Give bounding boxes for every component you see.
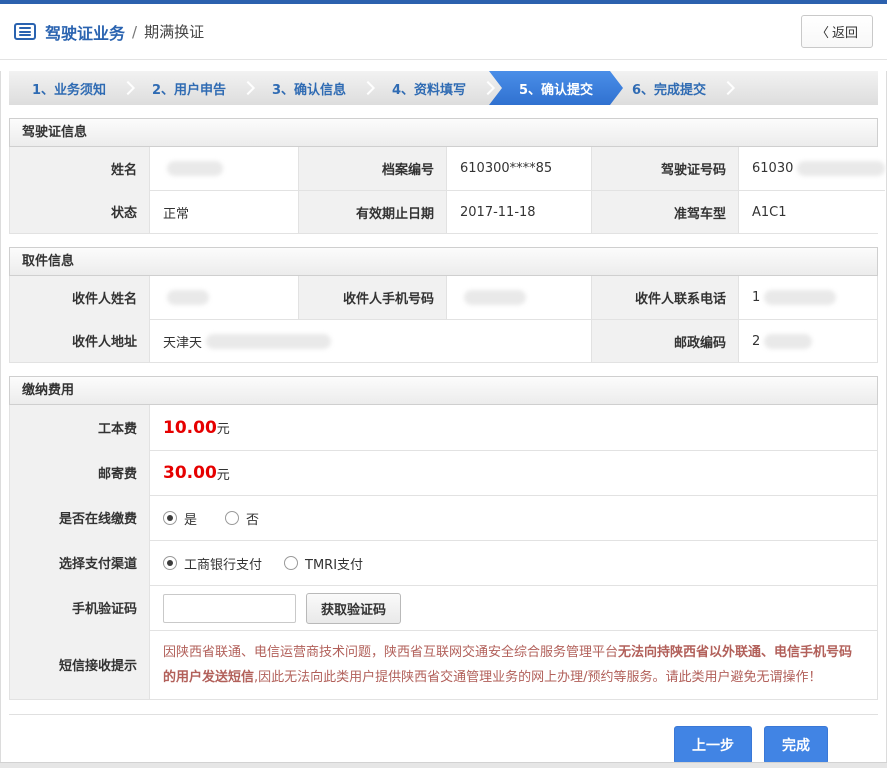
radio-online-no[interactable]: 否	[225, 509, 259, 528]
recipient-name-value	[150, 276, 299, 319]
sms-notice-label: 短信接收提示	[10, 630, 150, 699]
postage-fee-unit: 元	[216, 467, 230, 483]
file-no-label: 档案编号	[299, 147, 447, 190]
name-label: 姓名	[10, 147, 150, 190]
recipient-phone-value: 1	[739, 276, 877, 319]
online-payment-label: 是否在线缴费	[10, 495, 150, 540]
footer-actions: 上一步 完成	[9, 714, 878, 764]
redacted-license-no	[797, 161, 886, 176]
back-chevron-icon: 〈	[815, 26, 829, 41]
file-no-value: 610300****85	[447, 147, 592, 190]
valid-until-label: 有效期止日期	[299, 190, 447, 233]
breadcrumb-separator: /	[132, 22, 138, 41]
tab-step-6[interactable]: 6、完成提交	[609, 71, 729, 105]
previous-step-button[interactable]: 上一步	[674, 726, 752, 764]
content-frame: 1、业务须知 2、用户申告 3、确认信息 4、资料填写 5、确认提交 6、完成提…	[0, 71, 887, 768]
postage-fee-value: 30.00 元	[150, 450, 877, 495]
radio-selected-icon[interactable]	[163, 511, 177, 525]
recipient-phone-label: 收件人联系电话	[592, 276, 739, 319]
postal-code-value: 2	[739, 319, 877, 362]
redacted-recipient-mobile	[464, 290, 526, 305]
production-fee-unit: 元	[216, 422, 230, 437]
tab-step-4[interactable]: 4、资料填写	[369, 71, 489, 105]
pickup-section-title: 取件信息	[9, 247, 878, 276]
tab-step-1[interactable]: 1、业务须知	[9, 71, 129, 105]
bottom-strip	[0, 762, 887, 768]
pickup-info-section: 取件信息 收件人姓名 收件人手机号码 收件人联系电话 1 收件人地址 天津天 邮…	[9, 247, 878, 363]
radio-selected-icon[interactable]	[163, 556, 177, 570]
redacted-name	[167, 161, 223, 176]
recipient-address-label: 收件人地址	[10, 319, 150, 362]
radio-channel-tmri[interactable]: TMRI支付	[284, 554, 363, 573]
recipient-address-value: 天津天	[150, 319, 592, 362]
radio-unselected-icon[interactable]	[284, 556, 299, 570]
license-no-label: 驾驶证号码	[592, 147, 739, 190]
name-value	[150, 147, 299, 190]
radio-unselected-icon[interactable]	[225, 511, 240, 525]
breadcrumb-current: 期满换证	[144, 23, 205, 41]
tab-step-5-active[interactable]: 5、确认提交	[489, 71, 623, 105]
production-fee-label: 工本费	[10, 405, 150, 450]
sms-code-input[interactable]	[163, 593, 296, 623]
back-button[interactable]: 〈 返回	[800, 15, 873, 48]
recipient-mobile-label: 收件人手机号码	[299, 276, 447, 319]
vehicle-class-value: A1C1	[739, 190, 886, 233]
page-title: 驾驶证业务	[45, 23, 126, 43]
production-fee-amount: 10.00	[163, 417, 217, 438]
redacted-postal-code	[764, 333, 813, 349]
production-fee-value: 10.00 元	[150, 405, 877, 450]
tab-step-2[interactable]: 2、用户申告	[129, 71, 249, 105]
valid-until-value: 2017-11-18	[447, 190, 592, 233]
online-payment-options: 是 否	[150, 495, 877, 540]
tab-step-3[interactable]: 3、确认信息	[249, 71, 369, 105]
sms-code-label: 手机验证码	[10, 585, 150, 630]
radio-channel-icbc[interactable]: 工商银行支付	[163, 554, 262, 573]
vehicle-class-label: 准驾车型	[592, 190, 739, 233]
status-value: 正常	[150, 190, 299, 233]
payment-section-title: 缴纳费用	[9, 376, 878, 405]
get-sms-code-button[interactable]: 获取验证码	[306, 592, 402, 624]
license-section-title: 驾驶证信息	[9, 118, 878, 147]
document-list-icon	[14, 23, 36, 40]
recipient-name-label: 收件人姓名	[10, 276, 150, 319]
license-info-section: 驾驶证信息 姓名 档案编号 610300****85 驾驶证号码 61030 状…	[9, 118, 886, 234]
page-header: 驾驶证业务 / 期满换证 〈 返回	[0, 4, 887, 60]
redacted-recipient-address	[206, 333, 332, 349]
radio-online-yes[interactable]: 是	[163, 509, 197, 528]
payment-channel-options: 工商银行支付 TMRI支付	[150, 540, 877, 585]
postage-fee-label: 邮寄费	[10, 450, 150, 495]
postal-code-label: 邮政编码	[592, 319, 739, 362]
redacted-recipient-name	[167, 290, 209, 305]
sms-notice-text: 因陕西省联通、电信运营商技术问题，陕西省互联网交通安全综合服务管理平台无法向持陕…	[150, 630, 877, 699]
step-tabs: 1、业务须知 2、用户申告 3、确认信息 4、资料填写 5、确认提交 6、完成提…	[9, 71, 878, 105]
status-label: 状态	[10, 190, 150, 233]
postage-fee-amount: 30.00	[163, 463, 217, 483]
back-button-label: 返回	[831, 26, 858, 41]
license-no-value: 61030	[739, 147, 886, 190]
payment-section: 缴纳费用 工本费 10.00 元 邮寄费 30.00 元 是否在线缴费 是 否 …	[9, 376, 878, 700]
redacted-recipient-phone	[764, 290, 837, 305]
recipient-mobile-value	[447, 276, 592, 319]
payment-channel-label: 选择支付渠道	[10, 540, 150, 585]
finish-button[interactable]: 完成	[764, 726, 828, 764]
sms-code-row: 获取验证码	[150, 585, 877, 630]
